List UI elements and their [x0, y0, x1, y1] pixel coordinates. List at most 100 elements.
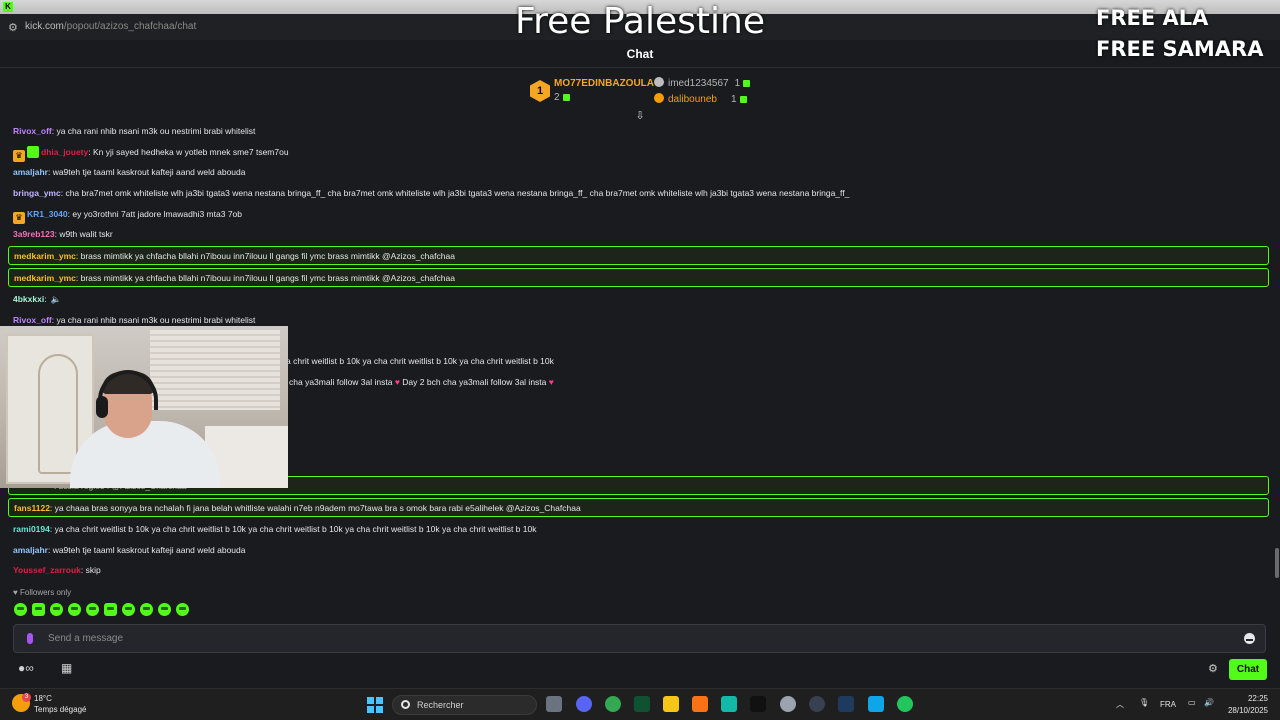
chat-message: Rivox_off: ya cha rani nhib nsani m3k ou… — [13, 126, 256, 136]
crown-badge-icon: ♛ — [13, 212, 25, 224]
taskbar-search[interactable]: Rechercher — [392, 695, 537, 715]
search-icon — [401, 700, 410, 709]
emote-icon[interactable] — [68, 603, 81, 616]
emote-icon[interactable] — [50, 603, 63, 616]
network-icon[interactable]: ▭ — [1188, 698, 1196, 707]
microphone-icon[interactable] — [27, 633, 33, 644]
chat-message: ♛ KR1_3040: ey yo3rothni 7att jadore lmaw… — [13, 208, 242, 224]
mention-message: fans1122: ya chaaa bras sonyya bra nchal… — [8, 498, 1269, 517]
kick-gem-icon — [562, 93, 570, 101]
taskbar: 3 18°C Temps dégagé Rechercher ︿ 🎙 FRA ▭… — [0, 688, 1280, 720]
message-placeholder: Send a message — [48, 633, 124, 644]
task-view-icon[interactable] — [546, 696, 562, 712]
chat-header: Chat — [0, 40, 1280, 68]
emote-icon[interactable] — [122, 603, 135, 616]
discord-icon[interactable] — [576, 696, 592, 712]
emote-icon[interactable] — [32, 603, 45, 616]
settings-app-icon[interactable] — [780, 696, 796, 712]
heart-emote-icon: ♥ — [548, 377, 554, 387]
overlay-free-samara: FREE SAMARA — [1096, 37, 1264, 61]
collapse-chevron-icon[interactable]: ⇩ — [634, 111, 646, 122]
overlay-free-ala: FREE ALA — [1096, 6, 1209, 30]
headset-earcup — [96, 396, 108, 418]
app-black-icon[interactable] — [750, 696, 766, 712]
chrome-icon[interactable] — [605, 696, 621, 712]
emote-icon[interactable] — [158, 603, 171, 616]
silver-rank-icon — [654, 77, 664, 87]
leader-1-count: 2 — [554, 92, 570, 103]
leader-3[interactable]: dalibouneb 1 — [654, 93, 747, 105]
chat-scrollbar[interactable] — [1275, 548, 1279, 578]
weather-description[interactable]: Temps dégagé — [34, 705, 86, 714]
chat-username[interactable]: Rivox_off — [13, 126, 52, 136]
weather-temp[interactable]: 18°C — [34, 694, 52, 703]
heart-emote-icon: ♥ — [394, 377, 400, 387]
chat-username[interactable]: rami0194 — [13, 524, 50, 534]
weather-notification-badge: 3 — [22, 693, 31, 702]
settings-gear-icon[interactable]: ⚙ — [1208, 662, 1218, 675]
chat-username[interactable]: KR1_3040 — [27, 209, 68, 219]
chat-message: amaljahr: wa9teh tje taaml kaskrout kaft… — [13, 545, 246, 555]
file-explorer-icon[interactable] — [663, 696, 679, 712]
kick-app-icon[interactable] — [634, 696, 650, 712]
leader-2[interactable]: imed1234567 1 — [654, 77, 751, 89]
kick-gem-icon — [739, 95, 747, 103]
points-icon[interactable]: ●∞ — [18, 661, 34, 675]
app-green-icon[interactable] — [897, 696, 913, 712]
media-player-icon[interactable] — [809, 696, 825, 712]
crown-badge-icon: ♛ — [13, 150, 25, 162]
chat-username[interactable]: amaljahr — [13, 545, 48, 555]
chat-username[interactable]: medkarim_ymc — [14, 273, 76, 283]
taskbar-clock[interactable]: 22:25 28/10/2025 — [1228, 693, 1268, 717]
app-blue-icon[interactable] — [868, 696, 884, 712]
chat-message-partial: cha ya3mali follow 3al insta ♥ Day 2 bch… — [289, 377, 554, 387]
volume-icon[interactable]: 🔊 — [1204, 698, 1214, 707]
chat-message: bringa_ymc: cha bra7met omk whiteliste w… — [13, 188, 850, 198]
mention-message: medkarim_ymc: brass mimtikk ya chfacha b… — [8, 268, 1269, 287]
chat-message: rami0194: ya cha chrit weitlist b 10k ya… — [13, 524, 537, 534]
emoji-picker-icon[interactable] — [1244, 633, 1255, 644]
emote-icon[interactable] — [86, 603, 99, 616]
chat-username[interactable]: amaljahr — [13, 167, 48, 177]
emote-icon[interactable] — [14, 603, 27, 616]
app-orange-icon[interactable] — [692, 696, 708, 712]
chat-username[interactable]: dhia_jouety — [41, 147, 88, 157]
leader-1-name[interactable]: MO77EDINBAZOULA — [554, 78, 654, 89]
emote-icon[interactable] — [176, 603, 189, 616]
tray-chevron-icon[interactable]: ︿ — [1116, 699, 1124, 710]
quick-emote-bar — [14, 603, 194, 619]
chat-username[interactable]: Youssef_zarrouk — [13, 565, 81, 575]
kick-gem-icon — [743, 79, 751, 87]
chat-message-partial: a chrit weitlist b 10k ya cha chrit weit… — [286, 356, 554, 366]
chat-username[interactable]: fans1122 — [14, 503, 50, 513]
windows-start-icon[interactable] — [367, 697, 383, 713]
mention-message: medkarim_ymc: brass mimtikk ya chfacha b… — [8, 246, 1269, 265]
steam-icon[interactable] — [838, 696, 854, 712]
followers-only-notice: ♥ Followers only — [13, 588, 72, 597]
chat-username[interactable]: Rivox_off — [13, 315, 52, 325]
chat-message: ♛ dhia_jouety: Kn yji sayed hedheka w yot… — [13, 146, 289, 162]
store-icon[interactable]: ▦ — [61, 661, 72, 675]
app-teal-icon[interactable] — [721, 696, 737, 712]
message-input[interactable]: Send a message — [13, 624, 1266, 653]
heart-icon: ♥ — [13, 588, 18, 597]
screen: K ⚙ kick.com/popout/azizos_chafchaa/chat… — [0, 0, 1280, 720]
chat-message: Rivox_off: ya cha rani nhib nsani m3k ou… — [13, 315, 256, 325]
chat-message: 4bkxkxi: 🔈 — [13, 294, 62, 304]
chat-username[interactable]: 4bkxkxi — [13, 294, 44, 304]
rank-badge-icon: 1 — [530, 80, 550, 102]
emote-icon[interactable] — [104, 603, 117, 616]
chat-username[interactable]: bringa_ymc — [13, 188, 61, 198]
chat-message: 3a9reb123: w9th walit tskr — [13, 229, 113, 239]
chat-username[interactable]: medkarim_ymc — [14, 251, 76, 261]
chat-footer: ●∞ ▦ ⚙ Chat — [0, 658, 1280, 680]
send-chat-button[interactable]: Chat — [1229, 659, 1267, 680]
emote-icon[interactable] — [140, 603, 153, 616]
microphone-tray-icon[interactable]: 🎙 — [1139, 698, 1149, 707]
webcam-overlay — [0, 326, 288, 488]
speaker-emote-icon: 🔈 — [50, 294, 62, 304]
subscriber-badge-icon — [27, 146, 39, 158]
chat-title: Chat — [626, 47, 654, 61]
chat-username[interactable]: 3a9reb123 — [13, 229, 55, 239]
language-indicator[interactable]: FRA — [1160, 700, 1176, 709]
